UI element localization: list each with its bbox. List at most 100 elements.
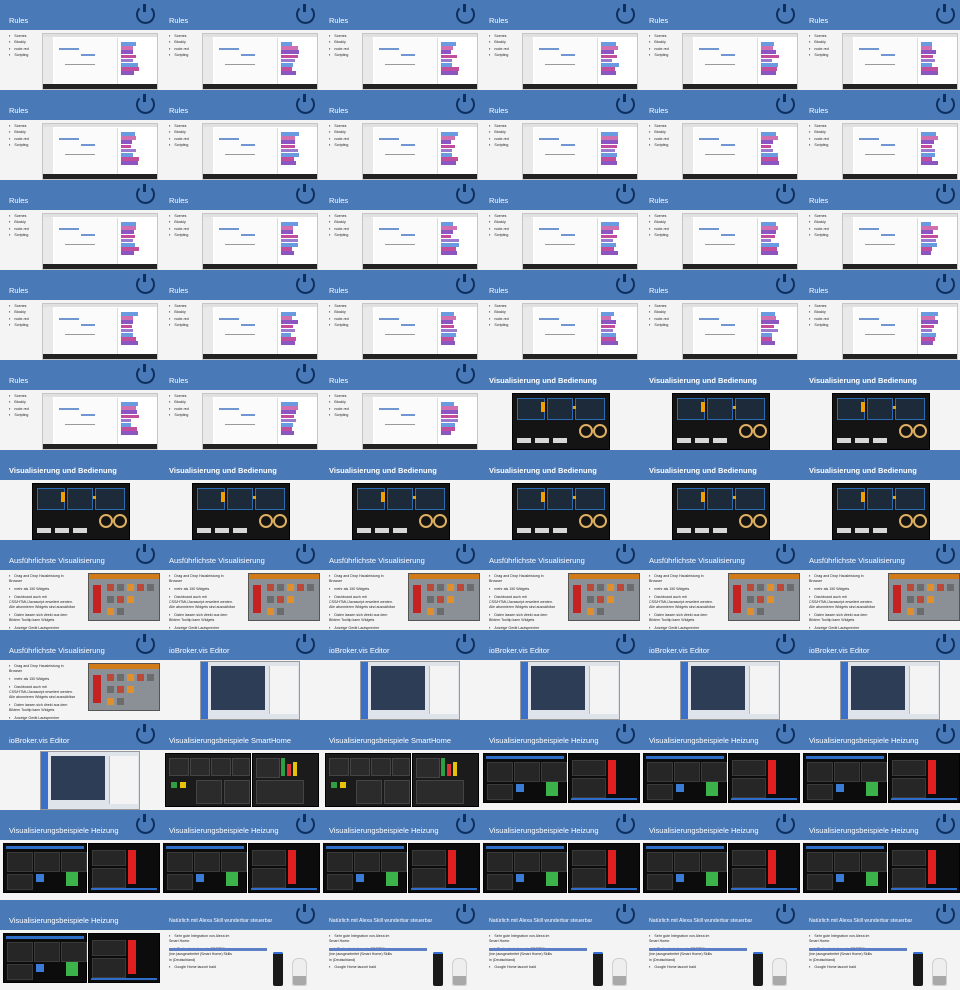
- slide-thumbnail[interactable]: ioBroker.vis Editor: [320, 630, 480, 720]
- slide-thumbnail[interactable]: Rules ScenesBlocklynode-redScripting: [800, 180, 960, 270]
- heating-tile: [701, 762, 727, 782]
- slide-thumbnail[interactable]: Ausführlichste Visualisierung Drag and Dr…: [800, 540, 960, 630]
- list-item: Scripting: [649, 52, 669, 58]
- slide-thumbnail[interactable]: Visualisierung und Bedienung: [160, 450, 320, 540]
- slide-thumbnail[interactable]: Visualisierungsbeispiele Heizung: [480, 810, 640, 900]
- category-entry: [121, 320, 133, 324]
- slide-thumbnail[interactable]: Rules ScenesBlocklynode-redScripting: [480, 180, 640, 270]
- slide-thumbnail[interactable]: Rules ScenesBlocklynode-redScripting: [800, 0, 960, 90]
- slide-thumbnail[interactable]: Rules ScenesBlocklynode-redScripting: [320, 90, 480, 180]
- slide-thumbnail[interactable]: Visualisierung und Bedienung: [480, 450, 640, 540]
- rules-screenshot: [362, 213, 478, 270]
- slide-thumbnail[interactable]: Natürlich mit Alexa Skill wunderbar steu…: [480, 900, 640, 990]
- slide-thumbnail[interactable]: Visualisierungsbeispiele SmartHome: [320, 720, 480, 810]
- slide-thumbnail[interactable]: Ausführlichste Visualisierung Drag and Dr…: [0, 630, 160, 720]
- status-chip: [553, 438, 567, 443]
- nav-strip: [91, 978, 157, 980]
- slide-thumbnail[interactable]: Visualisierungsbeispiele Heizung: [800, 810, 960, 900]
- slide-thumbnail[interactable]: Ausführlichste Visualisierung Drag and Dr…: [640, 540, 800, 630]
- slide-thumbnail[interactable]: ioBroker.vis Editor: [480, 630, 640, 720]
- slide-thumbnail[interactable]: Visualisierungsbeispiele Heizung: [320, 810, 480, 900]
- slide-thumbnail[interactable]: Rules ScenesBlocklynode-redScripting: [160, 360, 320, 450]
- bullet-list: Drag and Drop Hausleistung in Browsermeh…: [9, 573, 75, 630]
- block-node: [721, 324, 735, 326]
- vis-tile: [267, 596, 274, 603]
- slide-thumbnail[interactable]: Rules ScenesBlocklynode-redScripting: [480, 90, 640, 180]
- slide-thumbnail[interactable]: Visualisierung und Bedienung: [0, 450, 160, 540]
- slide-thumbnail[interactable]: Rules ScenesBlocklynode-redScripting: [320, 360, 480, 450]
- nav-strip: [251, 888, 317, 890]
- slide-thumbnail[interactable]: Rules ScenesBlocklynode-redScripting: [160, 90, 320, 180]
- category-entry: [921, 341, 933, 345]
- slide-thumbnail[interactable]: Visualisierungsbeispiele Heizung: [640, 810, 800, 900]
- slide-thumbnail[interactable]: Visualisierungsbeispiele Heizung: [160, 810, 320, 900]
- iobroker-logo-icon: [776, 545, 795, 564]
- bullet-list: Drag and Drop Hausleistung in Browsermeh…: [489, 573, 555, 630]
- slide-thumbnail[interactable]: Ausführlichste Visualisierung Drag and Dr…: [160, 540, 320, 630]
- slide-thumbnail[interactable]: Rules ScenesBlocklynode-redScripting: [0, 0, 160, 90]
- rules-taskbar: [683, 174, 797, 179]
- block-line: [545, 64, 575, 65]
- slide-thumbnail[interactable]: Rules ScenesBlocklynode-redScripting: [160, 270, 320, 360]
- slide-thumbnail[interactable]: Visualisierung und Bedienung: [800, 450, 960, 540]
- slide-thumbnail[interactable]: Rules ScenesBlocklynode-redScripting: [320, 0, 480, 90]
- bullet-list: ScenesBlocklynode-redScripting: [169, 33, 189, 59]
- slide-thumbnail[interactable]: ioBroker.vis Editor: [800, 630, 960, 720]
- slide-thumbnail[interactable]: Visualisierung und Bedienung: [640, 450, 800, 540]
- category-entry: [441, 59, 452, 63]
- slide-thumbnail[interactable]: Visualisierungsbeispiele Heizung: [0, 900, 160, 990]
- slide-thumbnail[interactable]: Visualisierung und Bedienung: [320, 450, 480, 540]
- vis-editor-screenshot: [360, 661, 460, 720]
- block-line: [545, 154, 575, 155]
- list-item: Dashboard auch mit CSS/HTML/Javascript e…: [329, 594, 395, 611]
- category-entry: [601, 145, 617, 149]
- slide-thumbnail[interactable]: Rules ScenesBlocklynode-redScripting: [0, 90, 160, 180]
- category-entry: [921, 140, 934, 144]
- heating-screenshot: [728, 843, 800, 893]
- vis-topbar: [729, 574, 799, 579]
- bullet-list: ScenesBlocklynode-redScripting: [489, 123, 509, 149]
- slide-thumbnail[interactable]: ioBroker.vis Editor: [640, 630, 800, 720]
- visualization-screenshot: [408, 573, 480, 621]
- slide-thumbnail[interactable]: Rules ScenesBlocklynode-redScripting: [480, 270, 640, 360]
- block-line: [705, 334, 735, 335]
- slide-thumbnail[interactable]: Visualisierungsbeispiele Heizung: [640, 720, 800, 810]
- slide-thumbnail[interactable]: Rules ScenesBlocklynode-redScripting: [800, 270, 960, 360]
- slide-thumbnail[interactable]: Rules ScenesBlocklynode-redScripting: [480, 0, 640, 90]
- heating-indicator: [861, 402, 865, 412]
- slide-thumbnail[interactable]: Ausführlichste Visualisierung Drag and Dr…: [0, 540, 160, 630]
- slide-thumbnail[interactable]: Rules ScenesBlocklynode-redScripting: [640, 0, 800, 90]
- slide-thumbnail[interactable]: Rules ScenesBlocklynode-redScripting: [320, 270, 480, 360]
- slide-thumbnail[interactable]: Rules ScenesBlocklynode-redScripting: [0, 270, 160, 360]
- slide-thumbnail[interactable]: Visualisierungsbeispiele Heizung: [480, 720, 640, 810]
- slide-thumbnail[interactable]: Natürlich mit Alexa Skill wunderbar steu…: [160, 900, 320, 990]
- slide-thumbnail[interactable]: Visualisierung und Bedienung: [480, 360, 640, 450]
- slide-thumbnail[interactable]: Rules ScenesBlocklynode-redScripting: [0, 180, 160, 270]
- slide-thumbnail[interactable]: Visualisierungsbeispiele Heizung: [0, 810, 160, 900]
- slide-thumbnail[interactable]: Rules ScenesBlocklynode-redScripting: [160, 180, 320, 270]
- list-item: Scripting: [649, 322, 669, 328]
- slide-thumbnail[interactable]: ioBroker.vis Editor: [0, 720, 160, 810]
- slide-title: Visualisierung und Bedienung: [169, 466, 277, 475]
- editor-properties-panel: [109, 756, 138, 804]
- slide-thumbnail[interactable]: Rules ScenesBlocklynode-redScripting: [160, 0, 320, 90]
- vis-tile: [777, 584, 784, 591]
- slide-thumbnail[interactable]: Natürlich mit Alexa Skill wunderbar steu…: [640, 900, 800, 990]
- slide-thumbnail[interactable]: Rules ScenesBlocklynode-redScripting: [800, 90, 960, 180]
- slide-thumbnail[interactable]: Ausführlichste Visualisierung Drag and Dr…: [480, 540, 640, 630]
- list-item: Sehr gute Integration von Alexa im Smart…: [489, 933, 555, 945]
- heating-tile: [732, 868, 766, 888]
- slide-thumbnail[interactable]: Visualisierungsbeispiele Heizung: [800, 720, 960, 810]
- slide-thumbnail[interactable]: Rules ScenesBlocklynode-redScripting: [640, 90, 800, 180]
- slide-thumbnail[interactable]: Visualisierung und Bedienung: [640, 360, 800, 450]
- slide-thumbnail[interactable]: Rules ScenesBlocklynode-redScripting: [0, 360, 160, 450]
- slide-thumbnail[interactable]: Ausführlichste Visualisierung Drag and Dr…: [320, 540, 480, 630]
- slide-thumbnail[interactable]: Visualisierung und Bedienung: [800, 360, 960, 450]
- slide-thumbnail[interactable]: Rules ScenesBlocklynode-redScripting: [320, 180, 480, 270]
- slide-thumbnail[interactable]: Rules ScenesBlocklynode-redScripting: [640, 180, 800, 270]
- slide-thumbnail[interactable]: Natürlich mit Alexa Skill wunderbar steu…: [800, 900, 960, 990]
- slide-thumbnail[interactable]: ioBroker.vis Editor: [160, 630, 320, 720]
- slide-thumbnail[interactable]: Natürlich mit Alexa Skill wunderbar steu…: [320, 900, 480, 990]
- slide-thumbnail[interactable]: Visualisierungsbeispiele SmartHome: [160, 720, 320, 810]
- slide-thumbnail[interactable]: Rules ScenesBlocklynode-redScripting: [640, 270, 800, 360]
